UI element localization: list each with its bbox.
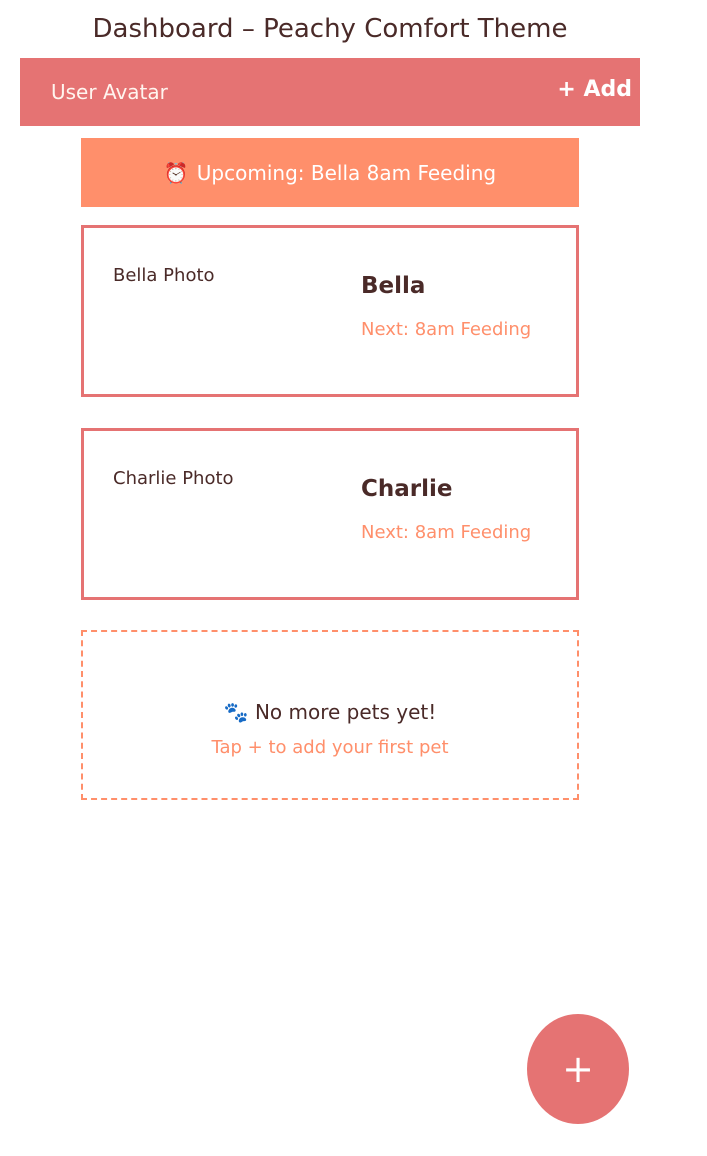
empty-state-title-text: No more pets yet!: [254, 700, 437, 724]
floating-add-button[interactable]: +: [527, 1014, 629, 1124]
empty-pets-placeholder: 🐾 No more pets yet! Tap + to add your fi…: [81, 630, 579, 800]
user-avatar[interactable]: User Avatar: [51, 80, 168, 104]
pet-name: Bella: [361, 273, 426, 299]
page-title: Dashboard – Peachy Comfort Theme: [92, 14, 568, 44]
alarm-clock-icon: ⏰: [163, 160, 189, 185]
add-pet-button[interactable]: + Add: [557, 77, 632, 102]
pet-next-event: Next: 8am Feeding: [361, 522, 532, 543]
pet-photo: Charlie Photo: [113, 468, 234, 489]
pet-card-bella[interactable]: Bella Photo Bella Next: 8am Feeding: [81, 225, 579, 397]
pet-name: Charlie: [361, 476, 453, 502]
top-bar: User Avatar + Add: [20, 58, 640, 126]
upcoming-reminder-banner[interactable]: ⏰ Upcoming: Bella 8am Feeding: [81, 138, 579, 207]
paw-icon: 🐾: [223, 700, 249, 724]
empty-state-title: 🐾 No more pets yet!: [83, 700, 577, 724]
pet-card-charlie[interactable]: Charlie Photo Charlie Next: 8am Feeding: [81, 428, 579, 600]
empty-state-subtitle: Tap + to add your first pet: [211, 737, 449, 758]
pet-next-event: Next: 8am Feeding: [361, 319, 532, 340]
pet-photo: Bella Photo: [113, 265, 215, 286]
upcoming-reminder-text: Upcoming: Bella 8am Feeding: [196, 160, 497, 185]
